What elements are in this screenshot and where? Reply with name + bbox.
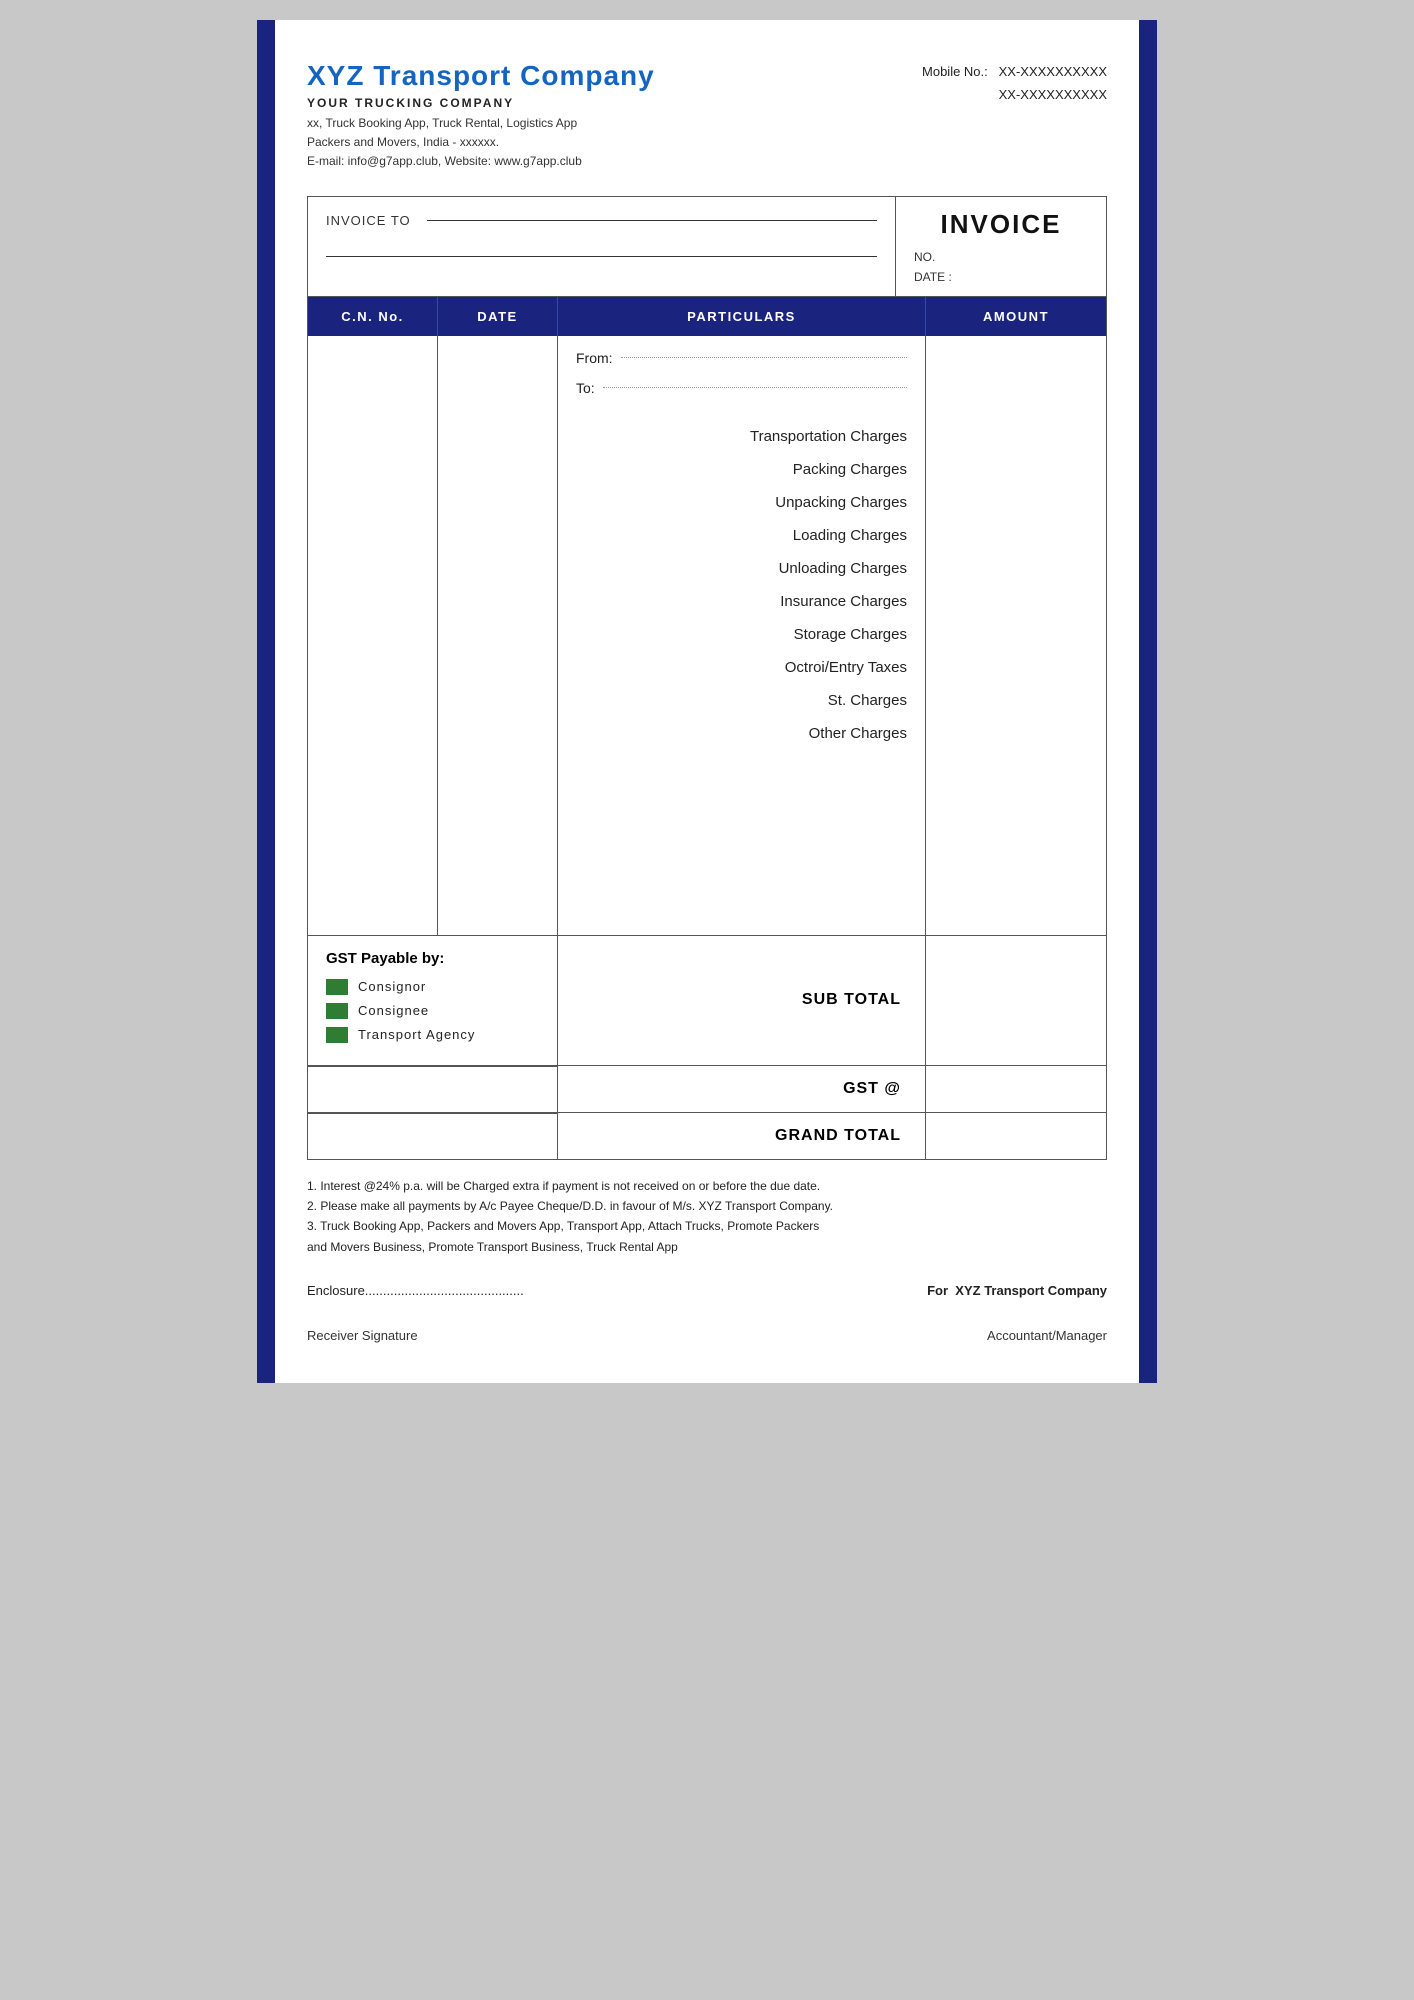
to-line: To: [576,380,907,396]
consignor-label: Consignor [358,979,426,994]
col-date-header: DATE [438,297,558,336]
address-line2: Packers and Movers, India - xxxxxx. [307,135,499,149]
invoice-title: INVOICE [914,209,1088,240]
invoice-to-line [427,220,877,221]
mobile1: XX-XXXXXXXXXX [999,64,1107,79]
note-3b: and Movers Business, Promote Transport B… [307,1237,1107,1257]
gst-row-left [308,1066,558,1112]
invoice-no: NO. [914,250,1088,264]
charge-insurance: Insurance Charges [576,585,907,618]
mobile-label-row: Mobile No.: XX-XXXXXXXXXX [922,60,1107,83]
invoice-page: XYZ Transport Company YOUR TRUCKING COMP… [257,20,1157,1383]
footer-rows: GST Payable by: Consignor Consignee Tran… [308,936,1106,1159]
from-label: From: [576,350,613,366]
col-cn-header: C.N. No. [308,297,438,336]
gst-consignee: Consignee [326,1003,539,1019]
mobile-label: Mobile No.: [922,64,988,79]
col-amount-header: AMOUNT [926,297,1106,336]
enclosure-label: Enclosure...............................… [307,1283,524,1298]
invoice-to-section: INVOICE TO [308,197,896,296]
transport-agency-label: Transport Agency [358,1027,475,1042]
table-body: From: To: Transportation Charges Packing… [308,336,1106,936]
charge-other: Other Charges [576,717,907,750]
company-address: xx, Truck Booking App, Truck Rental, Log… [307,114,655,172]
to-label: To: [576,380,595,396]
charge-packing: Packing Charges [576,453,907,486]
footer-signature: Receiver Signature Accountant/Manager [307,1328,1107,1343]
company-info: XYZ Transport Company YOUR TRUCKING COMP… [307,60,655,172]
note-3: 3. Truck Booking App, Packers and Movers… [307,1216,1107,1236]
col-particulars-header: PARTICULARS [558,297,926,336]
body-date [438,336,558,935]
consignor-color-box [326,979,348,995]
charge-transportation: Transportation Charges [576,420,907,453]
gst-payable-section: GST Payable by: Consignor Consignee Tran… [308,936,558,1065]
address-line1: xx, Truck Booking App, Truck Rental, Log… [307,116,577,130]
receiver-signature: Receiver Signature [307,1328,418,1343]
note-1: 1. Interest @24% p.a. will be Charged ex… [307,1176,1107,1196]
from-line: From: [576,350,907,366]
accountant-signature: Accountant/Manager [987,1328,1107,1343]
table-header: C.N. No. DATE PARTICULARS AMOUNT [308,297,1106,336]
gst-value [926,1066,1106,1112]
for-text: For [927,1283,948,1298]
transport-color-box [326,1027,348,1043]
contact-info: Mobile No.: XX-XXXXXXXXXX XX-XXXXXXXXXX [922,60,1107,107]
gst-label: GST @ [558,1066,926,1112]
from-dotted-line [621,357,907,358]
mobile2-row: XX-XXXXXXXXXX [922,83,1107,106]
company-name: XYZ Transport Company [307,60,655,92]
grand-total-label: GRAND TOTAL [558,1113,926,1159]
body-cn [308,336,438,935]
invoice-to-text: INVOICE TO [326,213,411,228]
charge-storage: Storage Charges [576,618,907,651]
invoice-to-line2 [326,256,877,257]
for-company: For XYZ Transport Company [927,1283,1107,1298]
grand-total-left [308,1113,558,1159]
to-dotted-line [603,387,907,388]
invoice-header-row: INVOICE TO INVOICE NO. DATE : [308,197,1106,297]
note-2: 2. Please make all payments by A/c Payee… [307,1196,1107,1216]
gst-row: GST @ [308,1066,1106,1113]
gst-consignor: Consignor [326,979,539,995]
gst-payable-title: GST Payable by: [326,950,539,967]
company-tagline: YOUR TRUCKING COMPANY [307,96,655,110]
body-amount [926,336,1106,935]
grand-total-row: GRAND TOTAL [308,1113,1106,1159]
for-company-name: XYZ Transport Company [955,1283,1107,1298]
sub-total-label: SUB TOTAL [558,936,926,1065]
address-line3: E-mail: info@g7app.club, Website: www.g7… [307,154,582,168]
charge-st: St. Charges [576,684,907,717]
mobile2: XX-XXXXXXXXXX [999,87,1107,102]
invoice-title-section: INVOICE NO. DATE : [896,197,1106,296]
consignee-color-box [326,1003,348,1019]
body-particulars: From: To: Transportation Charges Packing… [558,336,926,935]
sub-total-row: GST Payable by: Consignor Consignee Tran… [308,936,1106,1066]
invoice-to-label: INVOICE TO [326,213,877,228]
sub-total-value [926,936,1106,1065]
invoice-date: DATE : [914,270,1088,284]
grand-total-value [926,1113,1106,1159]
header: XYZ Transport Company YOUR TRUCKING COMP… [307,60,1107,172]
invoice-box: INVOICE TO INVOICE NO. DATE : C.N. No. D… [307,196,1107,1160]
charge-unloading: Unloading Charges [576,552,907,585]
footer-notes: 1. Interest @24% p.a. will be Charged ex… [307,1176,1107,1258]
charge-loading: Loading Charges [576,519,907,552]
charge-unpacking: Unpacking Charges [576,486,907,519]
charge-octroi: Octroi/Entry Taxes [576,651,907,684]
consignee-label: Consignee [358,1003,429,1018]
gst-transport: Transport Agency [326,1027,539,1043]
enclosure-row: Enclosure...............................… [307,1271,1107,1298]
